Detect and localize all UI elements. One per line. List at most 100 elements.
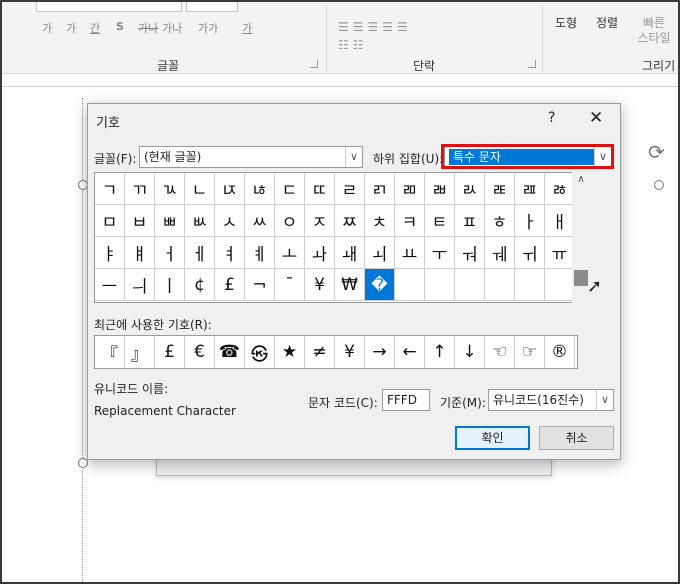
symbol-cell[interactable]: ㅗ: [275, 237, 305, 269]
symbol-cell[interactable]: ㅉ: [335, 205, 365, 237]
symbol-grid[interactable]: ㄱㄲㄳㄴㄵㄶㄷㄸㄹㄺㄻㄼㄽㄾㄿㅀㅁㅂㅃㅄㅅㅆㅇㅈㅉㅊㅋㅌㅍㅎㅏㅐㅑㅒㅓㅔㅕㅖㅗㅘ…: [94, 172, 578, 303]
symbol-cell[interactable]: ㄻ: [395, 173, 425, 205]
symbol-cell[interactable]: [545, 269, 575, 301]
help-button[interactable]: ?: [548, 110, 555, 126]
recent-symbol-cell[interactable]: £: [155, 336, 185, 368]
symbol-cell[interactable]: ㅞ: [485, 237, 515, 269]
shape-button[interactable]: 도형: [555, 16, 577, 31]
symbol-cell[interactable]: ㄷ: [275, 173, 305, 205]
symbol-cell[interactable]: ㄿ: [515, 173, 545, 205]
recent-symbol-cell[interactable]: ↓: [455, 336, 485, 368]
symbol-cell[interactable]: ¥: [305, 269, 335, 301]
symbol-cell[interactable]: ㅌ: [425, 205, 455, 237]
resize-handle-icon[interactable]: [654, 180, 664, 190]
arrange-button[interactable]: 정렬: [596, 16, 618, 31]
quick-style-button[interactable]: 빠른 스타일: [634, 16, 674, 46]
symbol-cell[interactable]: ㅜ: [425, 237, 455, 269]
symbol-cell[interactable]: ㄲ: [125, 173, 155, 205]
ok-button[interactable]: 확인: [455, 426, 530, 450]
symbol-cell[interactable]: ㅡ: [95, 269, 125, 301]
recent-symbol-cell[interactable]: ☎: [215, 336, 245, 368]
symbol-cell[interactable]: ㅔ: [185, 237, 215, 269]
cancel-button[interactable]: 취소: [539, 426, 614, 450]
chevron-down-icon[interactable]: ∨: [596, 390, 613, 410]
symbol-cell[interactable]: ㅘ: [305, 237, 335, 269]
symbol-cell[interactable]: ㄸ: [305, 173, 335, 205]
font-color-icon[interactable]: 가: [242, 20, 252, 36]
symbol-cell[interactable]: ㅇ: [275, 205, 305, 237]
symbol-cell[interactable]: ㄶ: [245, 173, 275, 205]
symbol-cell[interactable]: ㅣ: [155, 269, 185, 301]
align-buttons[interactable]: ☰☰☰☰☰: [338, 20, 412, 34]
recent-symbol-cell[interactable]: ㉿: [245, 336, 275, 368]
symbol-cell[interactable]: ㅕ: [215, 237, 245, 269]
char-spacing-icon[interactable]: 가나: [162, 20, 182, 36]
symbol-cell[interactable]: ㅊ: [365, 205, 395, 237]
recent-symbol-cell[interactable]: €: [185, 336, 215, 368]
symbol-cell[interactable]: ㅀ: [545, 173, 575, 205]
recent-symbol-cell[interactable]: ≠: [305, 336, 335, 368]
change-case-icon[interactable]: 가가: [198, 20, 218, 36]
char-code-input[interactable]: FFFD: [382, 389, 430, 411]
symbol-cell[interactable]: ㄱ: [95, 173, 125, 205]
symbol-cell[interactable]: ㅟ: [515, 237, 545, 269]
symbol-cell[interactable]: ㅏ: [515, 205, 545, 237]
symbol-cell[interactable]: ㅎ: [485, 205, 515, 237]
shadow-icon[interactable]: S: [116, 20, 124, 33]
symbol-cell[interactable]: ㄹ: [335, 173, 365, 205]
recent-symbol-cell[interactable]: ←: [395, 336, 425, 368]
symbol-cell[interactable]: [485, 269, 515, 301]
symbol-cell[interactable]: ㄾ: [485, 173, 515, 205]
font-dialog-launcher-icon[interactable]: [310, 60, 318, 68]
symbol-cell[interactable]: ㄵ: [215, 173, 245, 205]
recent-symbol-cell[interactable]: ★: [275, 336, 305, 368]
chevron-down-icon[interactable]: ∨: [345, 147, 362, 167]
symbol-cell[interactable]: £: [215, 269, 245, 301]
symbol-cell[interactable]: ㄳ: [155, 173, 185, 205]
symbol-cell[interactable]: ㅈ: [305, 205, 335, 237]
recent-symbol-cell[interactable]: ↑: [425, 336, 455, 368]
chevron-up-icon[interactable]: ∧: [572, 172, 590, 188]
basis-select[interactable]: 유니코드(16진수) ∨: [488, 389, 614, 411]
symbol-cell[interactable]: ¢: [185, 269, 215, 301]
symbol-cell[interactable]: ㅛ: [395, 237, 425, 269]
symbol-cell[interactable]: ㅠ: [545, 237, 575, 269]
font-select[interactable]: (현재 글꼴) ∨: [139, 146, 363, 168]
underline-icon[interactable]: 간: [90, 20, 100, 36]
symbol-cell[interactable]: ㅒ: [125, 237, 155, 269]
symbol-cell[interactable]: ㅐ: [545, 205, 575, 237]
grow-font-icon[interactable]: 가: [42, 20, 52, 36]
symbol-cell[interactable]: [455, 269, 485, 301]
symbol-cell[interactable]: ㄼ: [425, 173, 455, 205]
symbol-cell[interactable]: ㅑ: [95, 237, 125, 269]
recent-symbol-cell[interactable]: ®: [545, 336, 575, 368]
symbol-cell[interactable]: ㄽ: [455, 173, 485, 205]
recent-symbol-cell[interactable]: →: [365, 336, 395, 368]
recent-symbol-cell[interactable]: ☞: [515, 336, 545, 368]
symbol-cell[interactable]: [395, 269, 425, 301]
font-size-box[interactable]: [186, 2, 238, 12]
rotate-handle-icon[interactable]: ⟳: [648, 140, 665, 164]
symbol-cell[interactable]: ㅆ: [245, 205, 275, 237]
symbol-cell[interactable]: ㅢ: [125, 269, 155, 301]
symbol-cell[interactable]: ㅖ: [245, 237, 275, 269]
symbol-cell[interactable]: ¯: [275, 269, 305, 301]
symbol-cell[interactable]: ㅄ: [185, 205, 215, 237]
recent-symbol-cell[interactable]: ☜: [485, 336, 515, 368]
line-spacing-buttons[interactable]: ☷☷: [338, 38, 368, 52]
shrink-font-icon[interactable]: 가: [66, 20, 76, 36]
symbol-cell[interactable]: �: [365, 269, 395, 301]
symbol-cell[interactable]: ㅍ: [455, 205, 485, 237]
symbol-cell[interactable]: ㅝ: [455, 237, 485, 269]
symbol-cell[interactable]: ㅓ: [155, 237, 185, 269]
recent-symbol-cell[interactable]: 』: [125, 336, 155, 368]
symbol-cell[interactable]: ㅃ: [155, 205, 185, 237]
recent-symbol-cell[interactable]: ¥: [335, 336, 365, 368]
symbol-cell[interactable]: ¬: [245, 269, 275, 301]
close-icon[interactable]: ✕: [589, 108, 603, 128]
symbol-cell[interactable]: [515, 269, 545, 301]
symbol-cell[interactable]: ㄴ: [185, 173, 215, 205]
symbol-cell[interactable]: ㅂ: [125, 205, 155, 237]
symbol-cell[interactable]: ㅅ: [215, 205, 245, 237]
symbol-cell[interactable]: ㅁ: [95, 205, 125, 237]
